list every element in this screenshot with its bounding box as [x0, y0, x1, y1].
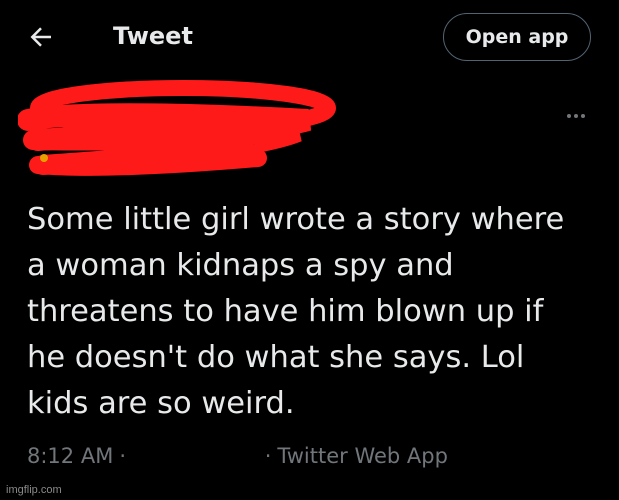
separator-dot: ·: [264, 444, 272, 468]
more-options-icon[interactable]: [567, 103, 593, 119]
separator-dot: ·: [119, 444, 127, 468]
tweet-time[interactable]: 8:12 AM: [27, 444, 113, 468]
imgflip-watermark: imgflip.com: [6, 484, 62, 496]
tweet-source[interactable]: Twitter Web App: [277, 444, 448, 468]
avatar-sliver: [40, 154, 48, 162]
red-redaction-scribble: [18, 80, 336, 176]
back-arrow-icon[interactable]: [26, 22, 56, 52]
tweet-text: Some little girl wrote a story where a w…: [27, 202, 565, 421]
open-app-button[interactable]: Open app: [443, 13, 591, 61]
top-bar: Tweet Open app: [0, 0, 619, 76]
page-title: Tweet: [113, 22, 193, 50]
tweet-metadata: 8:12 AM · · Twitter Web App: [27, 444, 448, 468]
